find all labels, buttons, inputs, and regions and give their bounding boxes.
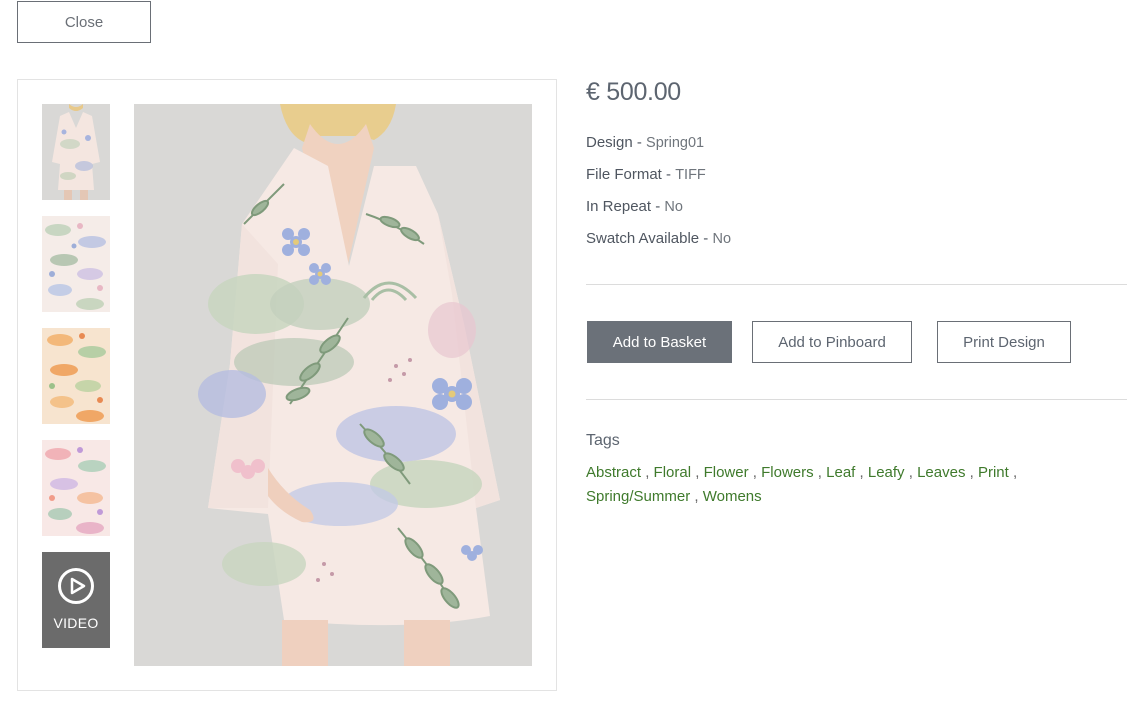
main-product-image[interactable] xyxy=(134,104,532,666)
spec-value: No xyxy=(712,231,732,247)
pattern-thumbnail-image xyxy=(42,328,110,424)
divider xyxy=(586,284,1127,285)
tag-list: Abstract , Floral , Flower , Flowers , L… xyxy=(586,461,1056,509)
spec-value: No xyxy=(664,199,683,215)
tag-separator: , xyxy=(1008,464,1018,481)
tag-link[interactable]: Womens xyxy=(703,488,762,505)
product-gallery: VIDEO xyxy=(17,79,557,691)
spec-in-repeat: In Repeat - No xyxy=(586,198,683,215)
tag-separator: , xyxy=(691,464,704,481)
spec-label: File Format - xyxy=(586,166,672,183)
tag-link[interactable]: Leafy xyxy=(868,464,905,481)
pattern-thumbnail-image xyxy=(42,440,110,536)
pattern-thumbnail-image xyxy=(42,216,110,312)
close-button[interactable]: Close xyxy=(17,1,151,43)
spec-value: TIFF xyxy=(675,167,706,183)
tag-separator: , xyxy=(855,464,868,481)
tags-heading: Tags xyxy=(586,432,620,449)
tag-link[interactable]: Flowers xyxy=(761,464,814,481)
dress-thumbnail-image xyxy=(42,104,110,200)
add-to-basket-button[interactable]: Add to Basket xyxy=(587,321,732,363)
video-thumbnail-button[interactable]: VIDEO xyxy=(42,552,110,648)
spec-swatch-available: Swatch Available - No xyxy=(586,230,731,247)
tag-link[interactable]: Leaves xyxy=(917,464,965,481)
spec-value: Spring01 xyxy=(646,135,705,151)
play-circle-icon xyxy=(58,568,94,604)
thumb-pattern-orange[interactable] xyxy=(42,328,110,424)
tag-link[interactable]: Print xyxy=(978,464,1009,481)
spec-label: In Repeat - xyxy=(586,198,661,215)
dress-model-image xyxy=(134,104,532,666)
tag-separator: , xyxy=(813,464,827,481)
print-design-button[interactable]: Print Design xyxy=(937,321,1071,363)
spec-file-format: File Format - TIFF xyxy=(586,166,706,183)
price: € 500.00 xyxy=(586,78,681,106)
add-to-pinboard-button[interactable]: Add to Pinboard xyxy=(752,321,912,363)
thumb-dress[interactable] xyxy=(42,104,110,200)
tag-link[interactable]: Abstract xyxy=(586,464,641,481)
spec-design: Design - Spring01 xyxy=(586,134,704,151)
tag-separator: , xyxy=(641,464,654,481)
thumb-pattern-pastel[interactable] xyxy=(42,216,110,312)
thumb-pattern-pink[interactable] xyxy=(42,440,110,536)
tag-link[interactable]: Floral xyxy=(654,464,692,481)
spec-label: Swatch Available - xyxy=(586,230,709,247)
tag-link[interactable]: Flower xyxy=(704,464,749,481)
tag-separator: , xyxy=(904,464,918,481)
divider xyxy=(586,399,1127,400)
tag-link[interactable]: Spring/Summer xyxy=(586,488,690,505)
spec-label: Design - xyxy=(586,134,642,151)
tag-separator: , xyxy=(690,488,703,505)
tag-separator: , xyxy=(965,464,978,481)
tag-link[interactable]: Leaf xyxy=(826,464,855,481)
video-label: VIDEO xyxy=(53,615,99,631)
tag-separator: , xyxy=(748,464,762,481)
